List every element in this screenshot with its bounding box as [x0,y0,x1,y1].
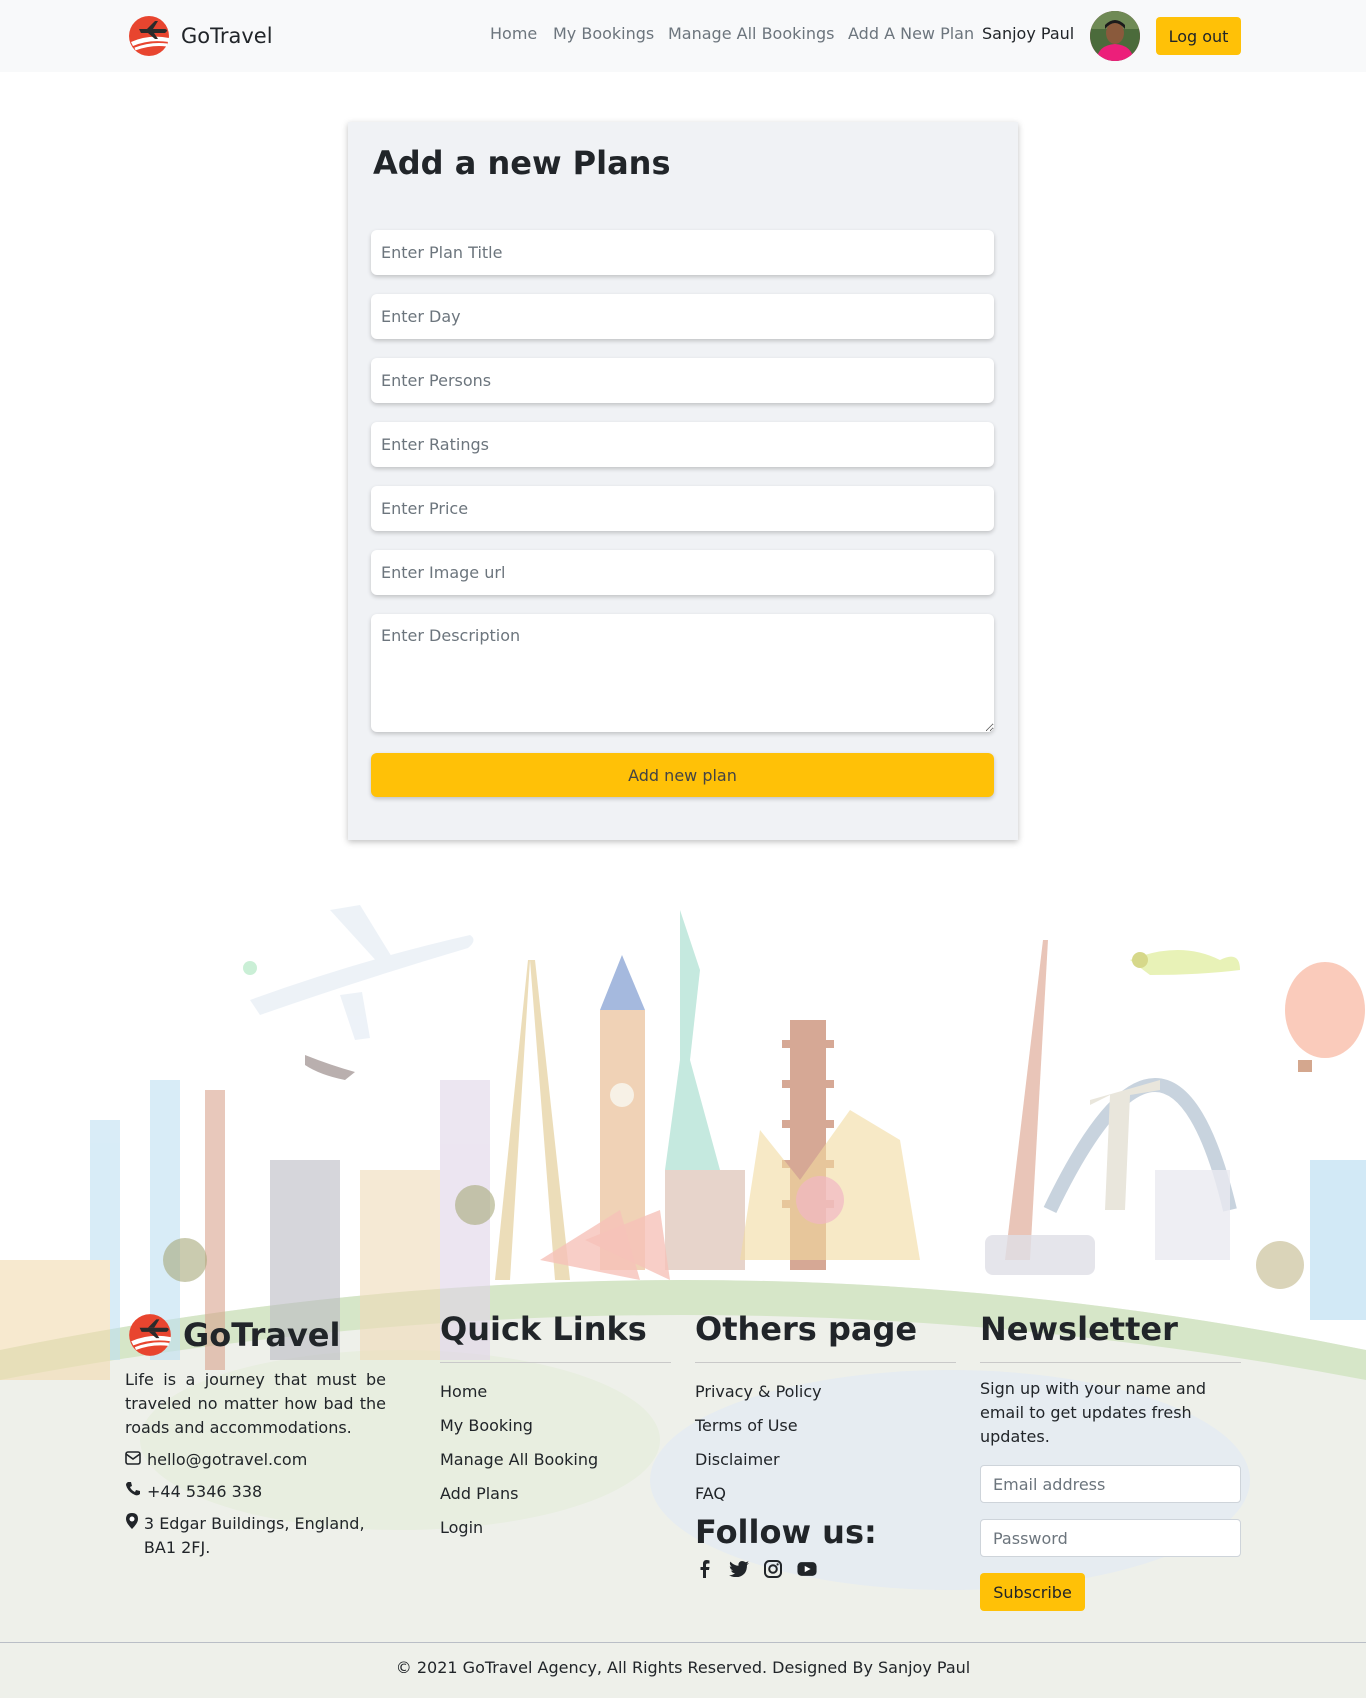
footer-link-add-plans[interactable]: Add Plans [440,1477,671,1511]
youtube-icon[interactable] [797,1559,817,1579]
persons-input[interactable] [371,358,994,403]
newsletter-text: Sign up with your name and email to get … [980,1379,1207,1446]
plan-title-input[interactable] [371,230,994,275]
footer: GoTravel Life is a journey that must be … [0,1310,1366,1640]
footer-link-manage-all-booking[interactable]: Manage All Booking [440,1443,671,1477]
user-name: Sanjoy Paul [982,24,1075,43]
subscribe-button[interactable]: Subscribe [980,1573,1085,1611]
footer-link-faq[interactable]: FAQ [695,1477,956,1511]
footer-phone-text: +44 5346 338 [147,1482,263,1501]
footer-others-column: Others page Privacy & Policy Terms of Us… [695,1310,956,1579]
newsletter-heading: Newsletter [980,1310,1241,1363]
twitter-icon[interactable] [729,1559,749,1579]
brand-name: GoTravel [181,24,273,48]
add-plan-card: Add a new Plans Add new plan [348,122,1018,840]
image-url-input[interactable] [371,550,994,595]
nav-link-manage-all-bookings[interactable]: Manage All Bookings [668,24,834,43]
brand-link[interactable]: GoTravel [125,12,273,60]
airplane-logo-icon [129,1314,171,1356]
footer-about-column: GoTravel Life is a journey that must be … [125,1310,386,1560]
quick-links-heading: Quick Links [440,1310,671,1363]
footer-phone[interactable]: +44 5346 338 [125,1480,386,1504]
nav-link-my-bookings[interactable]: My Bookings [553,24,654,43]
footer-quick-links-column: Quick Links Home My Booking Manage All B… [440,1310,671,1545]
footer-link-home[interactable]: Home [440,1375,671,1409]
footer-divider [0,1642,1366,1643]
nav-link-home[interactable]: Home [490,24,537,43]
copyright-text: © 2021 GoTravel Agency, All Rights Reser… [395,1658,971,1677]
footer-address-text: 3 Edgar Buildings, England, BA1 2FJ. [143,1514,365,1557]
follow-us-heading: Follow us: [695,1513,877,1551]
nav-link-add-new-plan[interactable]: Add A New Plan [848,24,974,43]
footer-address: 3 Edgar Buildings, England, BA1 2FJ. [125,1512,386,1560]
ratings-input[interactable] [371,422,994,467]
logout-button[interactable]: Log out [1156,17,1241,55]
newsletter-email-input[interactable] [980,1465,1241,1503]
footer-brand-name: GoTravel [183,1316,341,1354]
phone-icon [125,1480,143,1504]
user-photo [1090,11,1140,61]
social-links [695,1559,956,1579]
footer-email-text: hello@gotravel.com [147,1450,308,1469]
footer-email[interactable]: hello@gotravel.com [125,1448,386,1472]
footer-link-disclaimer[interactable]: Disclaimer [695,1443,956,1477]
airplane-logo-icon [129,16,169,56]
footer-link-privacy-policy[interactable]: Privacy & Policy [695,1375,956,1409]
description-textarea[interactable] [371,614,994,732]
instagram-icon[interactable] [763,1559,783,1579]
add-new-plan-button[interactable]: Add new plan [371,753,994,797]
footer-brand: GoTravel [125,1310,386,1360]
footer-link-my-booking[interactable]: My Booking [440,1409,671,1443]
map-marker-icon [125,1512,140,1537]
footer-link-login[interactable]: Login [440,1511,671,1545]
footer-about-text: Life is a journey that must be traveled … [125,1370,386,1437]
day-input[interactable] [371,294,994,339]
facebook-icon[interactable] [695,1559,715,1579]
footer-link-terms-of-use[interactable]: Terms of Use [695,1409,956,1443]
page-title: Add a new Plans [373,144,671,182]
others-page-heading: Others page [695,1310,956,1363]
price-input[interactable] [371,486,994,531]
footer-newsletter-column: Newsletter Sign up with your name and em… [980,1310,1241,1611]
newsletter-password-input[interactable] [980,1519,1241,1557]
avatar[interactable] [1090,11,1140,61]
navbar: GoTravel Home My Bookings Manage All Boo… [0,0,1366,72]
envelope-icon [125,1448,143,1472]
